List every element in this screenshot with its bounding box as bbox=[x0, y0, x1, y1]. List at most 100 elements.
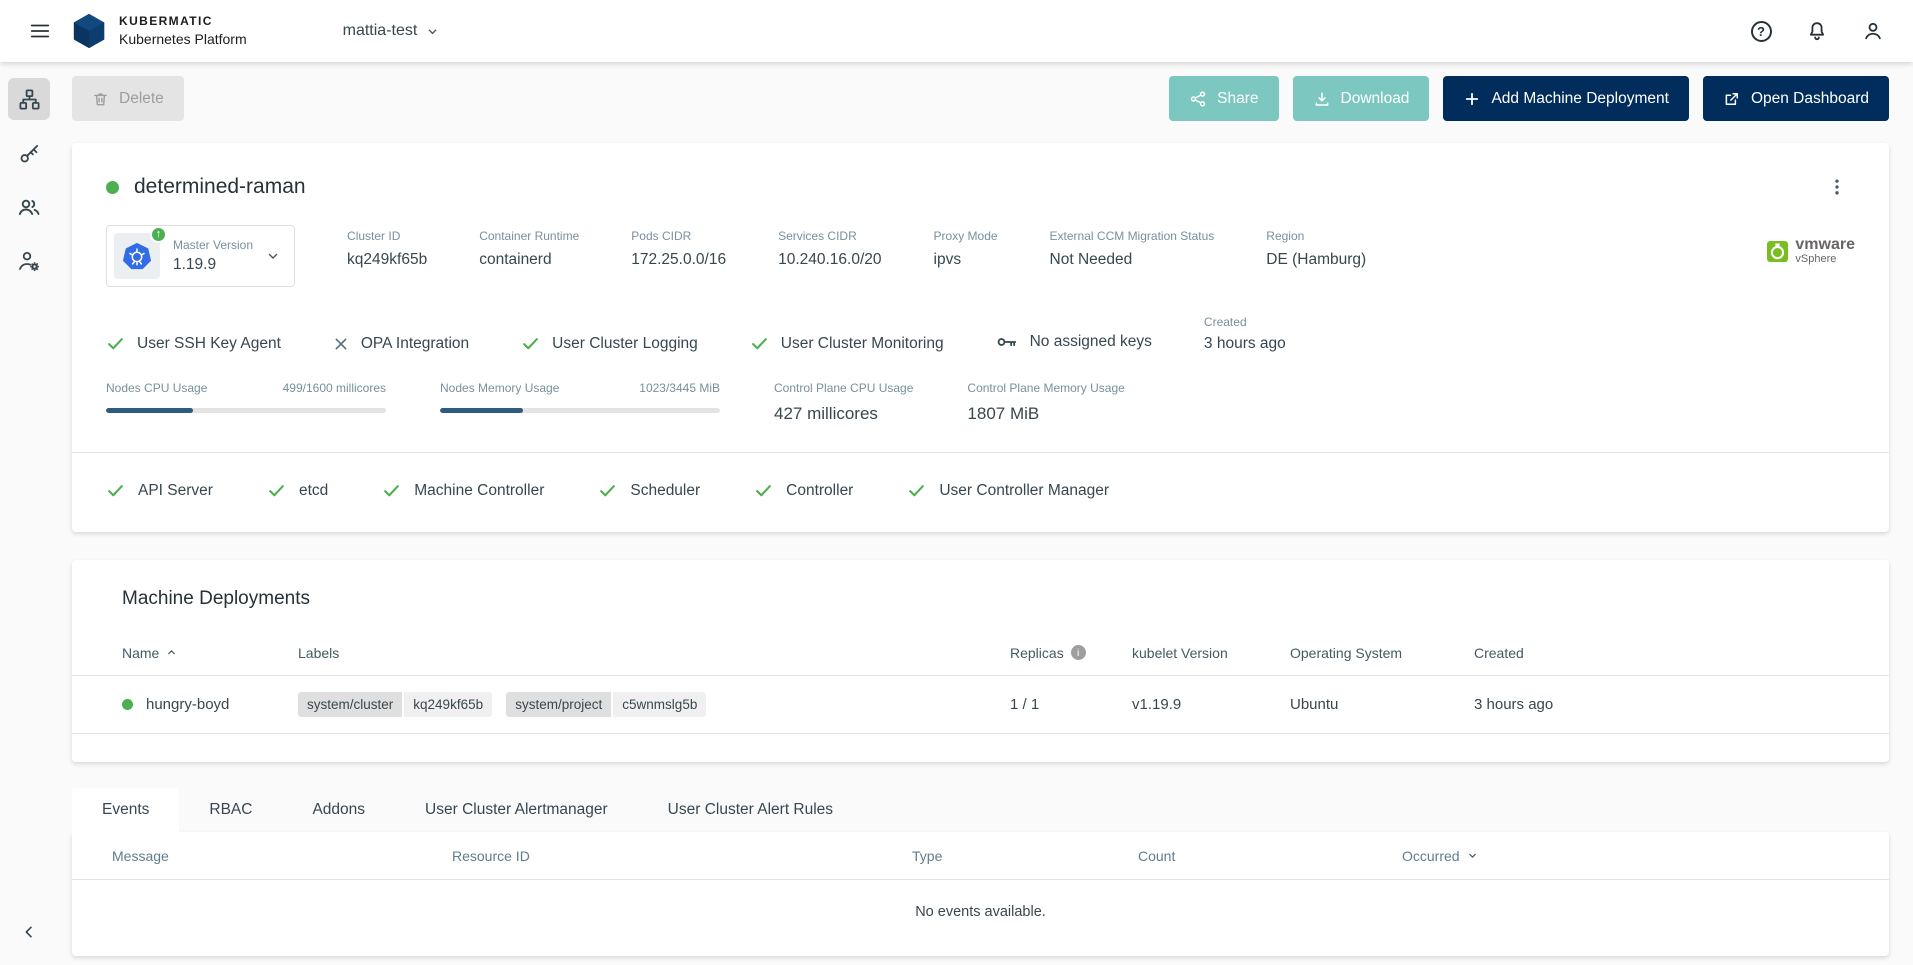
column-header-name[interactable]: Name bbox=[122, 645, 298, 661]
share-button-label: Share bbox=[1217, 90, 1258, 108]
delete-button[interactable]: Delete bbox=[72, 76, 184, 121]
cluster-created: Created 3 hours ago bbox=[1204, 315, 1286, 353]
deployment-status-dot bbox=[122, 699, 133, 710]
tab-rbac[interactable]: RBAC bbox=[179, 788, 282, 832]
machine-deployment-row[interactable]: hungry-boyd system/cluster kq249kf65b sy… bbox=[72, 676, 1889, 734]
tab-events[interactable]: Events bbox=[72, 788, 179, 832]
members-icon bbox=[17, 195, 41, 219]
check-icon bbox=[382, 481, 401, 500]
project-name: mattia-test bbox=[343, 22, 418, 40]
cluster-health-row: API Server etcd Machine Controller Sched… bbox=[106, 453, 1855, 532]
hamburger-menu-icon[interactable] bbox=[22, 13, 58, 49]
column-header-kubelet-version: kubelet Version bbox=[1132, 645, 1290, 661]
check-icon bbox=[521, 334, 540, 353]
external-link-icon bbox=[1723, 90, 1741, 108]
master-version-dropdown[interactable]: ↑ Master Version 1.19.9 bbox=[106, 225, 295, 287]
check-icon bbox=[907, 481, 926, 500]
sidebar-item-service-accounts[interactable] bbox=[8, 240, 50, 282]
cluster-status-dot bbox=[106, 181, 119, 194]
health-etcd: etcd bbox=[267, 481, 328, 500]
label-chip: system/cluster kq249kf65b bbox=[298, 692, 492, 717]
master-version-label: Master Version bbox=[173, 238, 253, 252]
health-api-server: API Server bbox=[106, 481, 213, 500]
top-navbar: KUBERMATIC Kubernetes Platform mattia-te… bbox=[0, 0, 1913, 62]
machine-deployments-table-header: Name Labels Replicas i kubelet Version O… bbox=[72, 630, 1889, 676]
column-header-operating-system: Operating System bbox=[1290, 645, 1474, 661]
version-update-available-icon: ↑ bbox=[150, 226, 167, 243]
kubermatic-logo: KUBERMATIC Kubernetes Platform bbox=[70, 12, 247, 50]
open-dashboard-label: Open Dashboard bbox=[1751, 90, 1869, 108]
info-proxy-mode: Proxy Mode ipvs bbox=[934, 225, 998, 269]
ssh-key-icon bbox=[18, 142, 41, 165]
deployment-name: hungry-boyd bbox=[146, 696, 229, 713]
info-cluster-id: Cluster ID kq249kf65b bbox=[347, 225, 427, 269]
share-button[interactable]: Share bbox=[1169, 76, 1278, 121]
check-icon bbox=[598, 481, 617, 500]
info-services-cidr: Services CIDR 10.240.16.0/20 bbox=[778, 225, 881, 269]
left-sidebar bbox=[0, 62, 58, 965]
cluster-toolbar: Delete Share Download Add Machine Deploy… bbox=[72, 76, 1889, 121]
brand-name: KUBERMATIC bbox=[119, 14, 247, 30]
master-version-value: 1.19.9 bbox=[173, 256, 253, 274]
sidebar-item-ssh-keys[interactable] bbox=[8, 132, 50, 174]
deployment-created: 3 hours ago bbox=[1474, 696, 1855, 713]
tab-user-cluster-alert-rules[interactable]: User Cluster Alert Rules bbox=[638, 788, 863, 832]
cluster-features-row: User SSH Key Agent OPA Integration User … bbox=[106, 315, 1855, 353]
feature-opa-integration: OPA Integration bbox=[333, 335, 469, 353]
service-accounts-icon bbox=[17, 249, 41, 273]
help-icon[interactable]: ? bbox=[1743, 13, 1779, 49]
column-header-count: Count bbox=[1138, 848, 1402, 864]
add-machine-deployment-label: Add Machine Deployment bbox=[1491, 90, 1669, 108]
info-pods-cidr: Pods CIDR 172.25.0.0/16 bbox=[631, 225, 726, 269]
metric-control-plane-cpu: Control Plane CPU Usage 427 millicores bbox=[774, 381, 913, 424]
kubernetes-icon: ↑ bbox=[114, 233, 160, 279]
health-scheduler: Scheduler bbox=[598, 481, 700, 500]
project-selector[interactable]: mattia-test bbox=[343, 22, 440, 40]
chevron-down-icon bbox=[426, 25, 439, 38]
check-icon bbox=[106, 334, 125, 353]
nodes-memory-progressbar bbox=[440, 408, 720, 413]
notifications-bell-icon[interactable] bbox=[1799, 13, 1835, 49]
check-icon bbox=[750, 334, 769, 353]
cluster-menu-kebab-icon[interactable] bbox=[1819, 169, 1855, 205]
sidebar-item-members[interactable] bbox=[8, 186, 50, 228]
plus-icon bbox=[1463, 90, 1481, 108]
check-icon bbox=[267, 481, 286, 500]
metric-nodes-cpu: Nodes CPU Usage 499/1600 millicores bbox=[106, 381, 386, 413]
provider-brand: vmware bbox=[1795, 237, 1855, 253]
sidebar-item-clusters[interactable] bbox=[8, 78, 50, 120]
add-machine-deployment-button[interactable]: Add Machine Deployment bbox=[1443, 76, 1689, 121]
delete-button-label: Delete bbox=[119, 90, 164, 108]
cluster-info-row: ↑ Master Version 1.19.9 Cluster ID kq249… bbox=[106, 225, 1855, 287]
column-header-created: Created bbox=[1474, 645, 1855, 661]
download-button[interactable]: Download bbox=[1293, 76, 1430, 121]
feature-user-cluster-logging: User Cluster Logging bbox=[521, 334, 698, 353]
main-content: Delete Share Download Add Machine Deploy… bbox=[58, 62, 1913, 965]
sidebar-collapse-button[interactable] bbox=[8, 911, 50, 953]
label-chip: system/project c5wnmslg5b bbox=[506, 692, 706, 717]
tab-addons[interactable]: Addons bbox=[282, 788, 395, 832]
x-icon bbox=[333, 336, 349, 352]
open-dashboard-button[interactable]: Open Dashboard bbox=[1703, 76, 1889, 121]
events-table-header: Message Resource ID Type Count Occurred bbox=[72, 832, 1889, 880]
column-header-labels: Labels bbox=[298, 645, 1010, 661]
help-glyph: ? bbox=[1751, 21, 1772, 42]
machine-deployments-card: Machine Deployments Name Labels Replicas… bbox=[72, 560, 1889, 762]
events-empty-message: No events available. bbox=[72, 880, 1889, 920]
tab-user-cluster-alertmanager[interactable]: User Cluster Alertmanager bbox=[395, 788, 638, 832]
trash-icon bbox=[92, 90, 109, 108]
deployment-kubelet-version: v1.19.9 bbox=[1132, 696, 1290, 713]
share-icon bbox=[1189, 90, 1207, 108]
clusters-icon bbox=[18, 88, 41, 111]
user-account-icon[interactable] bbox=[1855, 13, 1891, 49]
kubermatic-logo-icon bbox=[70, 12, 108, 50]
download-icon bbox=[1313, 90, 1331, 108]
cluster-metrics-row: Nodes CPU Usage 499/1600 millicores Node… bbox=[106, 381, 1855, 424]
brand-subtitle: Kubernetes Platform bbox=[119, 30, 247, 48]
sort-desc-icon bbox=[1467, 850, 1478, 861]
feature-ssh-key-agent: User SSH Key Agent bbox=[106, 334, 281, 353]
chevron-left-icon bbox=[21, 924, 37, 940]
column-header-occurred[interactable]: Occurred bbox=[1402, 848, 1855, 864]
cluster-name: determined-raman bbox=[134, 175, 306, 199]
health-machine-controller: Machine Controller bbox=[382, 481, 544, 500]
